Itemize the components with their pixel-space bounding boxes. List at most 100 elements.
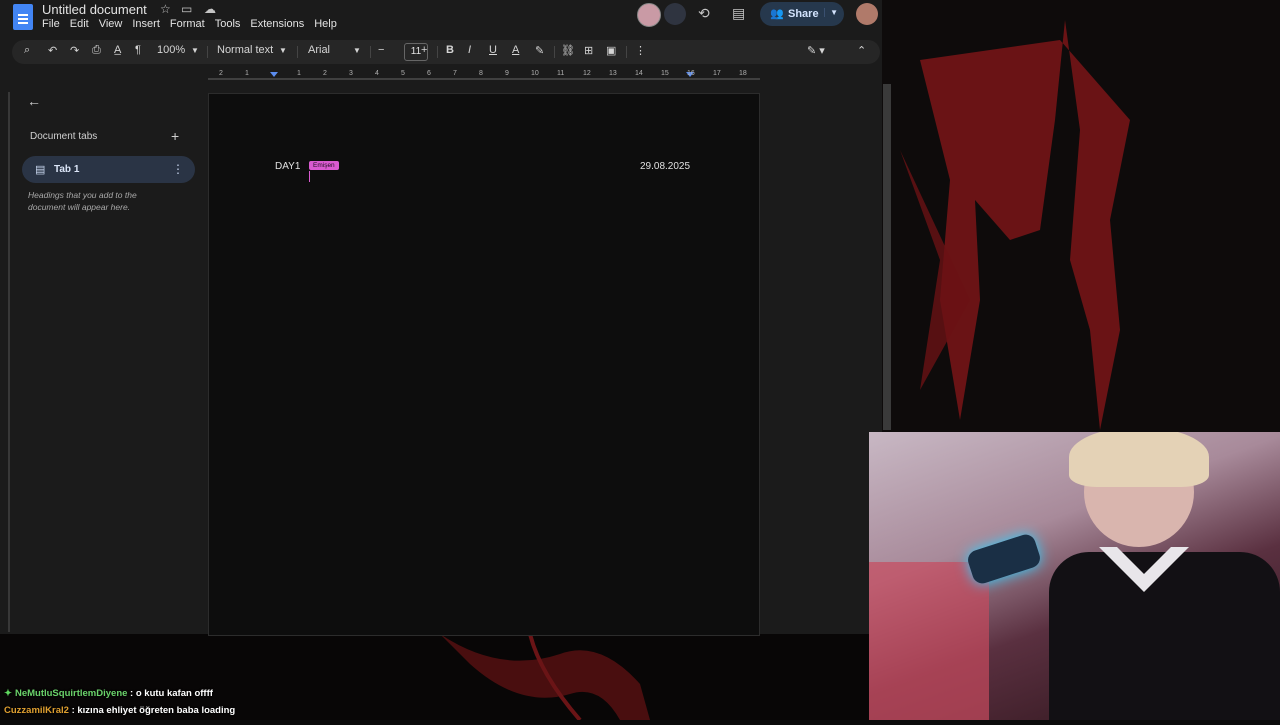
ruler-label: 12 — [583, 70, 591, 77]
ruler-label: 2 — [323, 70, 327, 77]
underline-icon[interactable]: U — [489, 44, 497, 56]
paint-format-icon[interactable]: ¶ — [135, 44, 141, 56]
add-tab-icon[interactable]: + — [171, 128, 179, 144]
horizontal-ruler[interactable]: 2 1 1 2 3 4 5 6 7 8 9 10 11 12 13 14 15 … — [208, 68, 760, 80]
ruler-label: 2 — [219, 70, 223, 77]
bold-icon[interactable]: B — [446, 44, 454, 56]
style-dropdown-icon[interactable]: ▼ — [279, 46, 287, 55]
microphone — [965, 532, 1043, 586]
redo-icon[interactable]: ↷ — [70, 44, 79, 57]
collapse-menus-icon[interactable]: ⌃ — [857, 44, 866, 57]
ruler-label: 1 — [297, 70, 301, 77]
streamer-body — [1049, 552, 1280, 720]
webcam-overlay — [869, 432, 1280, 720]
docs-logo-icon[interactable] — [13, 4, 33, 30]
toolbar-divider — [554, 46, 555, 58]
ruler-label: 1 — [245, 70, 249, 77]
toolbar-divider — [297, 46, 298, 58]
ruler-label: 15 — [661, 70, 669, 77]
ruler-label: 10 — [531, 70, 539, 77]
italic-icon[interactable]: I — [468, 44, 471, 56]
ruler-label: 7 — [453, 70, 457, 77]
ruler-label: 17 — [713, 70, 721, 77]
people-icon: 👥 — [770, 8, 784, 20]
date-text[interactable]: 29.08.2025 — [640, 161, 690, 172]
menu-format[interactable]: Format — [170, 18, 205, 30]
font-dropdown-icon[interactable]: ▼ — [353, 46, 361, 55]
ruler-label: 11 — [557, 70, 565, 77]
zoom-dropdown-icon[interactable]: ▼ — [191, 46, 199, 55]
cloud-status-icon[interactable]: ☁ — [204, 2, 216, 16]
share-label: Share — [788, 8, 819, 20]
collaborator-cursor-flag: Emişen — [309, 161, 339, 170]
title-bar: Untitled document ☆ ▭ ☁ File Edit View I… — [0, 0, 882, 38]
ruler-label: 16 — [687, 70, 695, 77]
menu-bar: File Edit View Insert Format Tools Exten… — [42, 18, 337, 30]
toolbar-divider — [370, 46, 371, 58]
google-docs-window: Untitled document ☆ ▭ ☁ File Edit View I… — [0, 0, 882, 636]
insert-link-icon[interactable]: ⛓ — [561, 44, 575, 57]
document-page[interactable]: DAY1 Emişen 29.08.2025 — [208, 93, 760, 636]
vertical-ruler[interactable] — [0, 92, 10, 632]
editing-mode-icon[interactable]: ✎ ▾ — [807, 44, 825, 57]
toolbar-divider — [626, 46, 627, 58]
insert-image-icon[interactable]: ▣ — [606, 44, 616, 57]
menu-tools[interactable]: Tools — [215, 18, 241, 30]
menu-insert[interactable]: Insert — [132, 18, 160, 30]
document-title[interactable]: Untitled document — [42, 2, 147, 17]
star-icon[interactable]: ☆ — [160, 2, 171, 16]
tab-options-icon[interactable]: ⋮ — [172, 162, 184, 176]
menu-extensions[interactable]: Extensions — [250, 18, 304, 30]
streamer-hair — [1069, 432, 1209, 487]
chat-username: NeMutluSquirtlemDiyene — [14, 688, 128, 699]
share-dropdown-icon[interactable]: ▼ — [824, 8, 838, 17]
back-arrow-icon[interactable]: ← — [27, 93, 41, 109]
ruler-label: 8 — [479, 70, 483, 77]
red-light-glow — [869, 562, 989, 720]
meet-call-icon[interactable] — [664, 3, 686, 25]
ruler-label: 6 — [427, 70, 431, 77]
menu-edit[interactable]: Edit — [70, 18, 89, 30]
menu-help[interactable]: Help — [314, 18, 337, 30]
add-comment-icon[interactable]: ⊞ — [584, 44, 593, 57]
tab-label: Tab 1 — [54, 164, 80, 175]
chat-text: : kızına ehliyet öğreten baba loading — [68, 705, 236, 716]
text-color-icon[interactable]: A — [512, 44, 519, 56]
chat-text: : o kutu kafan offff — [127, 688, 213, 699]
share-button[interactable]: 👥 Share ▼ — [760, 2, 844, 26]
background-artwork — [880, 0, 1280, 440]
comments-icon[interactable]: ▤ — [732, 5, 745, 22]
ruler-ticks — [208, 72, 760, 80]
ruler-label: 14 — [635, 70, 643, 77]
move-folder-icon[interactable]: ▭ — [181, 2, 192, 16]
ruler-label: 5 — [401, 70, 405, 77]
spellcheck-icon[interactable]: A̲ — [114, 44, 121, 56]
document-tab-icon: ▤ — [35, 164, 46, 176]
chat-username: CuzzamilKral2 — [4, 705, 69, 716]
collaborator-avatar[interactable] — [637, 3, 661, 27]
sidebar-item-tab-1[interactable]: ▤ Tab 1 ⋮ — [22, 156, 195, 183]
font-select[interactable]: Arial — [308, 44, 330, 56]
increase-font-size-icon[interactable]: + — [421, 44, 427, 56]
ruler-label: 9 — [505, 70, 509, 77]
print-icon[interactable]: ⎙ — [92, 44, 101, 57]
more-options-icon[interactable]: ⋮ — [635, 44, 646, 57]
decrease-font-size-icon[interactable]: − — [378, 44, 384, 56]
undo-icon[interactable]: ↶ — [48, 44, 57, 57]
headings-hint: Headings that you add to the document wi… — [28, 190, 137, 212]
formatting-toolbar: ⌕ ↶ ↷ ⎙ A̲ ¶ 100% ▼ Normal text ▼ Arial … — [12, 40, 880, 64]
version-history-icon[interactable]: ⟲ — [698, 5, 710, 22]
highlight-color-icon[interactable]: ✎ — [535, 44, 544, 57]
search-menus-icon[interactable]: ⌕ — [24, 44, 30, 57]
ruler-label: 13 — [609, 70, 617, 77]
zoom-select[interactable]: 100% — [157, 44, 185, 56]
account-avatar[interactable] — [856, 3, 878, 25]
ruler-label: 18 — [739, 70, 747, 77]
paragraph-style-select[interactable]: Normal text — [217, 44, 273, 56]
menu-view[interactable]: View — [99, 18, 123, 30]
chat-badge-icon: ✦ — [4, 688, 12, 699]
menu-file[interactable]: File — [42, 18, 60, 30]
day-heading-text[interactable]: DAY1 — [275, 161, 300, 172]
toolbar-divider — [437, 46, 438, 58]
scrollbar[interactable] — [883, 84, 891, 430]
